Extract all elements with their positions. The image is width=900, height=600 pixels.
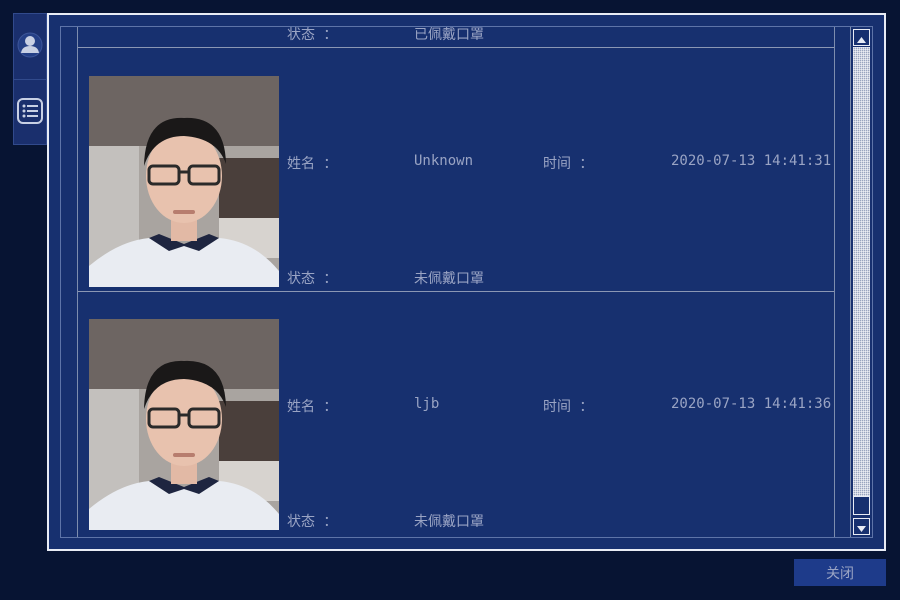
- status-label: 状态 ：: [287, 27, 338, 43]
- arrow-down-icon: [857, 517, 866, 536]
- time-label: 时间 ：: [543, 156, 594, 172]
- face-photo: [89, 319, 279, 530]
- close-button[interactable]: 关闭: [794, 559, 886, 586]
- records-panel: 状态 ： 已佩戴口罩 姓名 ： Unknown 时间 ： 2020-07-13 …: [60, 26, 873, 538]
- status-label: 状态 ：: [287, 514, 338, 530]
- record-list[interactable]: 状态 ： 已佩戴口罩 姓名 ： Unknown 时间 ： 2020-07-13 …: [77, 27, 835, 537]
- status-value: 未佩戴口罩: [414, 271, 484, 287]
- scroll-thumb[interactable]: [853, 496, 870, 515]
- time-value: 2020-07-13 14:41:36: [671, 396, 832, 412]
- status-label: 状态 ：: [287, 271, 338, 287]
- side-tab-list[interactable]: [14, 80, 46, 145]
- arrow-up-icon: [857, 28, 866, 47]
- status-value: 已佩戴口罩: [414, 27, 484, 43]
- name-value: Unknown: [414, 153, 474, 169]
- time-value: 2020-07-13 14:41:31: [671, 153, 832, 169]
- scroll-down-button[interactable]: [853, 518, 870, 535]
- status-value: 未佩戴口罩: [414, 514, 484, 530]
- face-photo: [89, 76, 279, 287]
- name-label: 姓名 ：: [287, 399, 338, 415]
- scroll-up-button[interactable]: [853, 29, 870, 46]
- side-tab-user[interactable]: [14, 14, 46, 79]
- side-tab-bar: [13, 13, 47, 145]
- record-item[interactable]: 状态 ： 已佩戴口罩: [78, 27, 834, 48]
- user-icon: [17, 32, 43, 62]
- record-item[interactable]: 姓名 ： Unknown 时间 ： 2020-07-13 14:41:31 状态…: [78, 49, 834, 292]
- time-label: 时间 ：: [543, 399, 594, 415]
- name-label: 姓名 ：: [287, 156, 338, 172]
- list-icon: [16, 97, 44, 129]
- record-item[interactable]: 姓名 ： ljb 时间 ： 2020-07-13 14:41:36 状态 ： 未…: [78, 292, 834, 535]
- scroll-track[interactable]: [853, 47, 870, 496]
- name-value: ljb: [414, 396, 440, 412]
- records-dialog: 状态 ： 已佩戴口罩 姓名 ： Unknown 时间 ： 2020-07-13 …: [47, 13, 886, 551]
- vertical-scrollbar[interactable]: [850, 27, 872, 537]
